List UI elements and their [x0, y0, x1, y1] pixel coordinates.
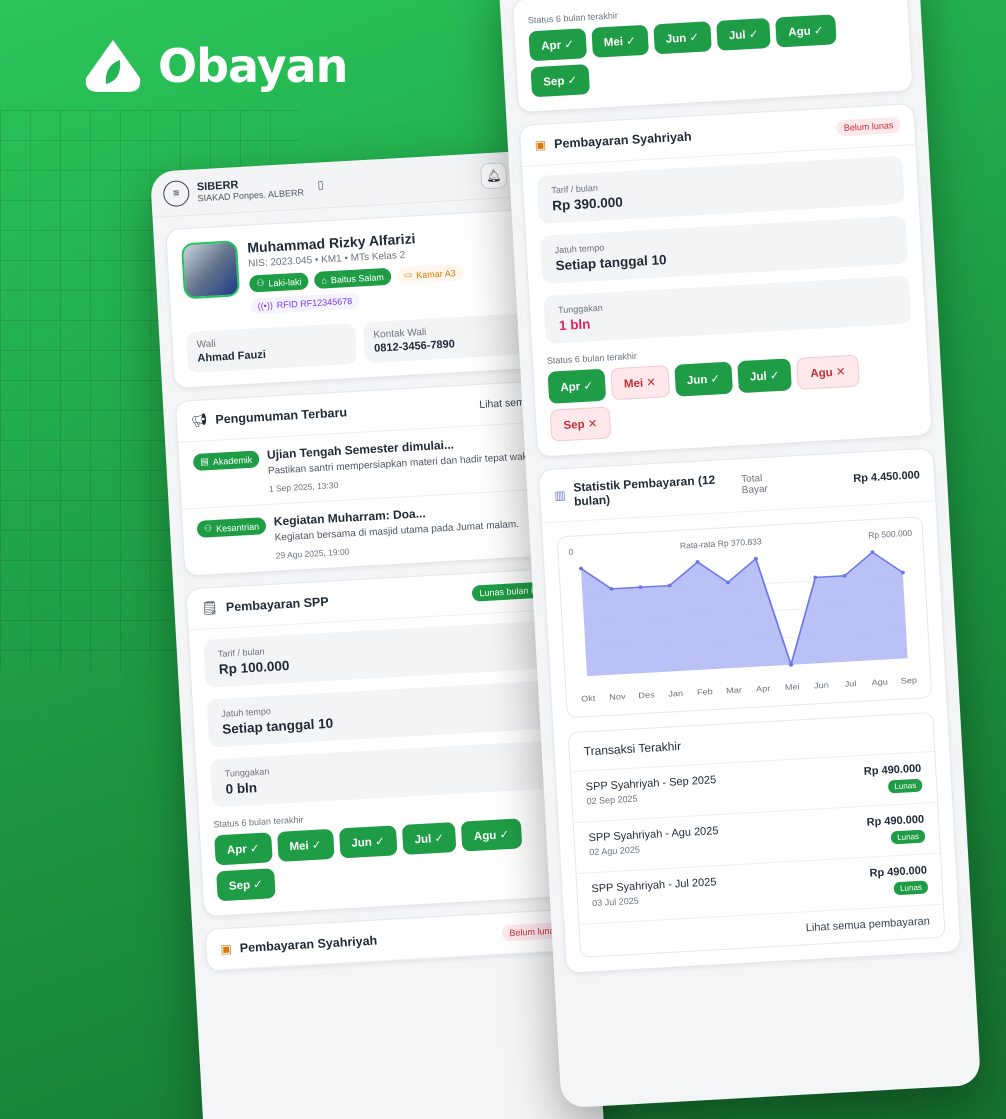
rfid-badge: ((•)) RFID RF12345678	[250, 292, 360, 315]
gender-badge: ⚇ Laki-laki	[248, 272, 309, 293]
x-tick-label: Okt	[581, 693, 596, 703]
month-chip: Agu ✕	[796, 354, 860, 390]
month-chip: Jun ✓	[338, 825, 398, 859]
status-badge: Belum lunas	[836, 116, 901, 137]
axis-min-label: 0	[568, 546, 574, 557]
gender-icon: ⚇	[256, 277, 265, 289]
payment-chart: 0 Rata-rata Rp 370.833 Rp 500.000 Okt Nov…	[556, 516, 933, 719]
announcements-title: Pengumuman Terbaru	[215, 405, 348, 427]
x-tick-label: Feb	[697, 687, 714, 697]
tarif-box: Tarif / bulan Rp 390.000	[536, 155, 905, 225]
area-chart: Okt Nov Des Jan Feb Mar Apr Mei Jun Jul Agu Sep	[578, 550, 917, 703]
dorm-badge: ⌂ Baitus Salam	[313, 267, 392, 289]
megaphone-icon: 📢︎	[190, 412, 208, 429]
month-chip: Mei ✓	[276, 828, 335, 862]
tarif-box: Tarif / bulan Rp 100.000	[203, 620, 552, 688]
student-avatar	[181, 240, 241, 300]
kontak-box: Kontak Wali 0812-3456-7890	[362, 312, 534, 364]
users-icon: ⚇	[203, 523, 213, 534]
transactions-card: Transaksi Terakhir SPP Syahriyah - Sep 2…	[567, 711, 946, 958]
brand-logo-icon	[85, 40, 141, 92]
x-tick-label: Jul	[844, 679, 856, 689]
x-tick-label: Mar	[726, 685, 742, 695]
month-chip: Jun ✓	[673, 361, 733, 397]
month-chip: Jul ✓	[737, 358, 793, 394]
month-chip: Mei ✓	[591, 24, 649, 58]
sidebar-toggle-icon[interactable]: ▯	[317, 178, 324, 191]
receipt-icon: 🗒︎	[201, 599, 219, 616]
chart-icon: ▥	[554, 488, 567, 503]
x-tick-label: Agu	[871, 677, 888, 687]
home-icon: ⌂	[321, 274, 328, 286]
month-chip: Jul ✓	[716, 17, 772, 51]
month-chip: Apr ✓	[547, 368, 606, 404]
month-status-list: Apr ✓ Mei ✓ Jun ✓ Jul ✓ Agu ✓ Sep ✓	[528, 11, 897, 98]
total-paid: Rp 4.450.000	[852, 469, 921, 485]
wallet-icon: ▣	[220, 941, 233, 957]
bed-icon: ▭	[403, 269, 413, 280]
syahriyah-card: ▣ Pembayaran Syahriyah Belum lunas Tarif…	[518, 102, 933, 458]
x-tick-label: Jan	[668, 688, 683, 698]
x-tick-label: Mei	[785, 682, 800, 692]
paid-badge: Lunas	[890, 829, 926, 845]
bell-icon[interactable]: 🔔︎	[480, 161, 508, 190]
brand: Obayan	[82, 38, 348, 94]
month-chip: Agu ✓	[461, 818, 522, 852]
month-chip: Sep ✓	[216, 868, 276, 902]
book-icon: ▤	[199, 456, 210, 467]
category-badge: ⚇ Kesantrian	[196, 517, 267, 538]
x-tick-label: Jun	[814, 680, 829, 690]
rfid-icon: ((•))	[257, 300, 274, 312]
stats-card: ▥ Statistik Pembayaran (12 bulan) Total …	[537, 447, 962, 974]
month-chip: Sep ✕	[549, 406, 612, 442]
profile-card: Muhammad Rizky Alfarizi NIS: 2023.045 • …	[165, 208, 550, 389]
app-logo-icon: ≡	[162, 179, 190, 207]
paid-badge: Lunas	[888, 778, 923, 794]
wali-box: Wali Ahmad Fauzi	[186, 322, 358, 374]
x-tick-label: Sep	[900, 675, 917, 685]
x-tick-label: Nov	[609, 692, 627, 702]
month-chip: Jun ✓	[652, 21, 712, 55]
x-tick-label: Des	[638, 690, 655, 700]
month-chip: Sep ✓	[530, 64, 590, 98]
room-badge: ▭ Kamar A3	[396, 263, 464, 285]
month-chip: Agu ✓	[775, 14, 837, 48]
category-badge: ▤ Akademik	[192, 450, 260, 472]
due-box: Jatuh tempo Setiap tanggal 10	[539, 215, 909, 285]
spp-card: 🗒︎ Pembayaran SPP Lunas bulan ini Tarif …	[185, 567, 580, 918]
arrears-box: Tunggakan 0 bln	[209, 740, 559, 808]
month-chip: Apr ✓	[214, 832, 273, 866]
arrears-box: Tunggakan 1 bln	[543, 275, 912, 344]
announcements-card: 📢︎ Pengumuman Terbaru Lihat semua ▤ Akade…	[174, 379, 561, 577]
brand-name: Obayan	[158, 39, 348, 93]
month-chip: Apr ✓	[528, 28, 587, 62]
wallet-icon: ▣	[534, 137, 547, 153]
month-chip: Mei ✕	[610, 365, 670, 401]
due-box: Jatuh tempo Setiap tanggal 10	[206, 680, 555, 748]
spp-title: Pembayaran SPP	[225, 594, 330, 615]
syahriyah-card-left: ▣ Pembayaran Syahriyah Belum lunas	[204, 908, 583, 973]
month-chip: Jul ✓	[401, 821, 457, 855]
month-status-list: Apr ✓ Mei ✕ Jun ✓ Jul ✓ Agu ✕ Sep ✕	[547, 351, 917, 442]
phone-right: Status 6 bulan terakhir Apr ✓ Mei ✓ Jun ✓ J…	[498, 0, 981, 1109]
paid-badge: Lunas	[893, 880, 929, 896]
x-tick-label: Apr	[756, 683, 771, 693]
month-status-list: Apr ✓ Mei ✓ Jun ✓ Jul ✓ Agu ✓ Sep ✓	[214, 816, 563, 902]
spp-status-card: Status 6 bulan terakhir Apr ✓ Mei ✓ Jun ✓ J…	[511, 0, 914, 114]
